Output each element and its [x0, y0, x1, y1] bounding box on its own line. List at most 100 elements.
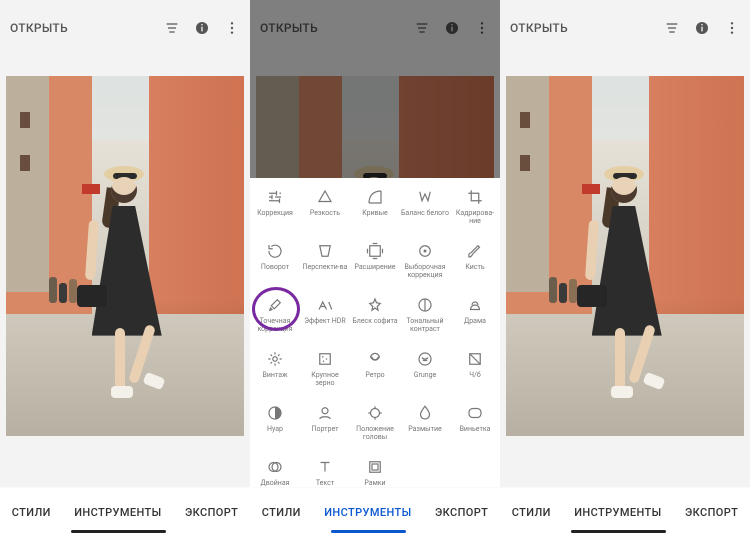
tool-frames[interactable]: Рамки [350, 452, 400, 487]
retro-icon [366, 350, 384, 368]
pane-3: ОТКРЫТЬ СТИЛИ ИНСТРУМЕНТЫ ЭКСПОРТ [500, 0, 750, 537]
tool-noir[interactable]: Нуар [250, 398, 300, 452]
tool-label: Поворот [261, 264, 289, 272]
open-button[interactable]: ОТКРЫТЬ [10, 21, 68, 35]
tab-export[interactable]: ЭКСПОРТ [431, 500, 492, 525]
tool-drama[interactable]: Драма [450, 290, 500, 344]
tool-vignette[interactable]: Виньетка [450, 398, 500, 452]
tool-label: Кадрирова-ние [451, 210, 499, 225]
annotation-circle-healing [252, 287, 300, 331]
headpose-icon [366, 404, 384, 422]
vignette-icon [466, 404, 484, 422]
tool-crop[interactable]: Кадрирова-ние [450, 182, 500, 236]
tool-grunge[interactable]: Grunge [400, 344, 450, 398]
tab-tools[interactable]: ИНСТРУМЕНТЫ [570, 500, 665, 525]
tool-retro[interactable]: Ретро [350, 344, 400, 398]
tool-headpose[interactable]: Положение головы [350, 398, 400, 452]
tool-label: Рамки [364, 480, 385, 487]
tab-underline [331, 530, 406, 533]
rotate-icon [266, 242, 284, 260]
noir-icon [266, 404, 284, 422]
tool-bw[interactable]: Ч/б [450, 344, 500, 398]
tab-tools[interactable]: ИНСТРУМЕНТЫ [70, 500, 165, 525]
tool-label: Эффект HDR [304, 318, 345, 326]
tool-label: Расширение [355, 264, 396, 272]
text-icon [316, 458, 334, 476]
pane-1: ОТКРЫТЬ СТИЛИ ИНСТРУМЕНТЫ ЭКСПОРТ [0, 0, 250, 537]
tool-vintage[interactable]: Винтаж [250, 344, 300, 398]
tool-label: Блеск софита [352, 318, 397, 326]
tool-wb[interactable]: Баланс белого [400, 182, 450, 236]
tool-rotate[interactable]: Поворот [250, 236, 300, 290]
tool-label: Размытие [408, 426, 442, 434]
tool-portrait[interactable]: Портрет [300, 398, 350, 452]
tool-label: Двойная экспозиция [251, 480, 299, 487]
tonal-icon [416, 296, 434, 314]
tool-tonal[interactable]: Тональный контраст [400, 290, 450, 344]
bottom-tabs: СТИЛИ ИНСТРУМЕНТЫ ЭКСПОРТ [0, 487, 250, 537]
tab-underline [571, 530, 666, 533]
bw-icon [466, 350, 484, 368]
tab-styles[interactable]: СТИЛИ [8, 500, 55, 525]
tool-glamour[interactable]: Блеск софита [350, 290, 400, 344]
curves-icon [366, 188, 384, 206]
tab-export[interactable]: ЭКСПОРТ [181, 500, 242, 525]
unstack-icon[interactable] [164, 20, 180, 36]
bottom-tabs: СТИЛИ ИНСТРУМЕНТЫ ЭКСПОРТ [250, 487, 500, 537]
tool-grainy[interactable]: Крупное зерно [300, 344, 350, 398]
tool-label: Перспекти-ва [303, 264, 348, 272]
tools-grid: Коррекция Резкость Кривые Баланс белогоКадр… [250, 178, 500, 487]
tool-tune[interactable]: Коррекция [250, 182, 300, 236]
tab-underline [71, 530, 166, 533]
canvas-area[interactable] [0, 56, 250, 487]
portrait-icon [316, 404, 334, 422]
grainy-icon [316, 350, 334, 368]
tool-label: Коррекция [257, 210, 293, 218]
topbar: ОТКРЫТЬ [500, 0, 750, 56]
tool-label: Баланс белого [401, 210, 449, 218]
tool-hdr[interactable]: Эффект HDR [300, 290, 350, 344]
drama-icon [466, 296, 484, 314]
perspective-icon [316, 242, 334, 260]
tool-label: Виньетка [460, 426, 491, 434]
tab-tools[interactable]: ИНСТРУМЕНТЫ [320, 500, 415, 525]
open-button[interactable]: ОТКРЫТЬ [510, 21, 568, 35]
more-icon[interactable] [724, 20, 740, 36]
photo [506, 76, 744, 436]
more-icon[interactable] [224, 20, 240, 36]
canvas-area[interactable] [500, 56, 750, 487]
tool-expand[interactable]: Расширение [350, 236, 400, 290]
blur-icon [416, 404, 434, 422]
tool-perspective[interactable]: Перспекти-ва [300, 236, 350, 290]
vintage-icon [266, 350, 284, 368]
tool-curves[interactable]: Кривые [350, 182, 400, 236]
tool-label: Выборочная коррекция [401, 264, 449, 279]
tool-details[interactable]: Резкость [300, 182, 350, 236]
info-icon[interactable] [694, 20, 710, 36]
tool-label: Кривые [362, 210, 388, 218]
tool-selective[interactable]: Выборочная коррекция [400, 236, 450, 290]
tool-blur[interactable]: Размытие [400, 398, 450, 452]
info-icon[interactable] [194, 20, 210, 36]
grunge-icon [416, 350, 434, 368]
unstack-icon[interactable] [664, 20, 680, 36]
tab-styles[interactable]: СТИЛИ [508, 500, 555, 525]
topbar: ОТКРЫТЬ [0, 0, 250, 56]
tool-label: Ретро [365, 372, 384, 380]
tools-sheet: Коррекция Резкость Кривые Баланс белогоКадр… [250, 178, 500, 487]
tab-export[interactable]: ЭКСПОРТ [681, 500, 742, 525]
tool-text[interactable]: Текст [300, 452, 350, 487]
frames-icon [366, 458, 384, 476]
tab-styles[interactable]: СТИЛИ [258, 500, 305, 525]
tool-brush[interactable]: Кисть [450, 236, 500, 290]
tool-label: Резкость [310, 210, 340, 218]
tune-icon [266, 188, 284, 206]
tool-label: Нуар [267, 426, 283, 434]
bottom-tabs: СТИЛИ ИНСТРУМЕНТЫ ЭКСПОРТ [500, 487, 750, 537]
glamour-icon [366, 296, 384, 314]
tool-label: Grunge [414, 372, 437, 380]
selective-icon [416, 242, 434, 260]
expand-icon [366, 242, 384, 260]
crop-icon [466, 188, 484, 206]
tool-double[interactable]: Двойная экспозиция [250, 452, 300, 487]
